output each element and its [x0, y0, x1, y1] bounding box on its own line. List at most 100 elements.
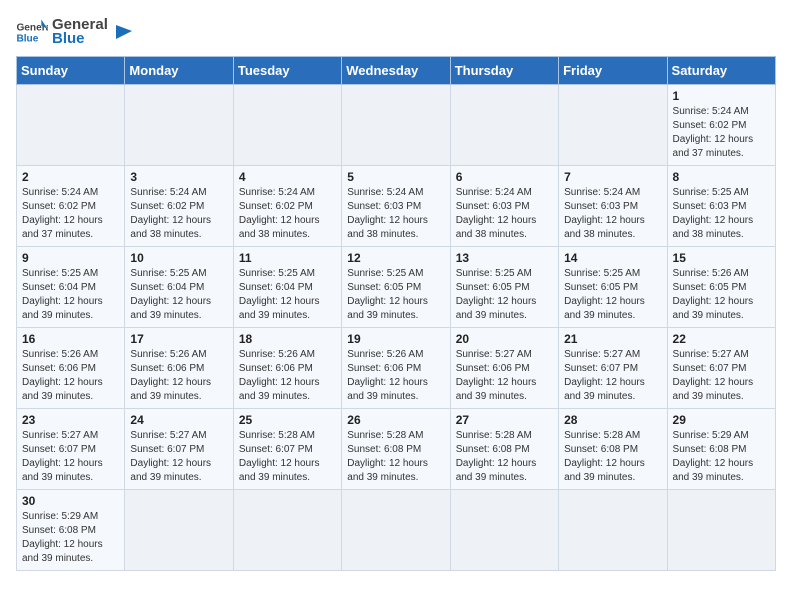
day-number: 12	[347, 251, 444, 265]
day-number: 16	[22, 332, 119, 346]
calendar-week-row: 30 Sunrise: 5:29 AM Sunset: 6:08 PM Dayli…	[17, 490, 776, 571]
calendar-cell: 25Sunrise: 5:28 AM Sunset: 6:07 PM Dayli…	[233, 409, 341, 490]
calendar-cell	[125, 85, 233, 166]
day-info: Sunrise: 5:25 AM Sunset: 6:05 PM Dayligh…	[564, 267, 661, 323]
day-info: Sunrise: 5:24 AM Sunset: 6:03 PM Dayligh…	[564, 186, 661, 242]
calendar-cell: 11 Sunrise: 5:25 AM Sunset: 6:04 PM Dayli…	[233, 247, 341, 328]
calendar-cell	[450, 85, 558, 166]
day-info: Sunrise: 5:24 AM Sunset: 6:03 PM Dayligh…	[347, 186, 444, 242]
day-number: 30	[22, 494, 119, 508]
calendar-cell	[450, 490, 558, 571]
calendar-week-row: 1 Sunrise: 5:24 AM Sunset: 6:02 PM Daylig…	[17, 85, 776, 166]
day-info: Sunrise: 5:27 AM Sunset: 6:07 PM Dayligh…	[22, 429, 119, 485]
day-number: 22	[673, 332, 770, 346]
calendar-cell: 2 Sunrise: 5:24 AM Sunset: 6:02 PM Daylig…	[17, 166, 125, 247]
day-number: 3	[130, 170, 227, 184]
calendar-cell: 8 Sunrise: 5:25 AM Sunset: 6:03 PM Daylig…	[667, 166, 775, 247]
day-info: Sunrise: 5:29 AM Sunset: 6:08 PM Dayligh…	[673, 429, 770, 485]
day-info: Sunrise: 5:28 AM Sunset: 6:08 PM Dayligh…	[456, 429, 553, 485]
calendar-week-row: 2 Sunrise: 5:24 AM Sunset: 6:02 PM Daylig…	[17, 166, 776, 247]
day-number: 17	[130, 332, 227, 346]
calendar-cell: 28 Sunrise: 5:28 AM Sunset: 6:08 PM Dayli…	[559, 409, 667, 490]
calendar-cell	[125, 490, 233, 571]
calendar-cell	[17, 85, 125, 166]
page-header: General Blue General Blue	[16, 16, 776, 48]
day-number: 18	[239, 332, 336, 346]
day-info: Sunrise: 5:27 AM Sunset: 6:07 PM Dayligh…	[564, 348, 661, 404]
calendar-cell: 5 Sunrise: 5:24 AM Sunset: 6:03 PM Daylig…	[342, 166, 450, 247]
calendar-table: SundayMondayTuesdayWednesdayThursdayFrid…	[16, 56, 776, 571]
day-info: Sunrise: 5:24 AM Sunset: 6:02 PM Dayligh…	[673, 105, 770, 161]
day-number: 27	[456, 413, 553, 427]
calendar-cell	[233, 85, 341, 166]
day-number: 13	[456, 251, 553, 265]
day-info: Sunrise: 5:26 AM Sunset: 6:06 PM Dayligh…	[130, 348, 227, 404]
day-info: Sunrise: 5:25 AM Sunset: 6:03 PM Dayligh…	[673, 186, 770, 242]
day-number: 9	[22, 251, 119, 265]
calendar-cell: 18Sunrise: 5:26 AM Sunset: 6:06 PM Dayli…	[233, 328, 341, 409]
calendar-cell: 4Sunrise: 5:24 AM Sunset: 6:02 PM Daylig…	[233, 166, 341, 247]
calendar-cell: 3 Sunrise: 5:24 AM Sunset: 6:02 PM Daylig…	[125, 166, 233, 247]
calendar-cell	[233, 490, 341, 571]
calendar-cell: 16 Sunrise: 5:26 AM Sunset: 6:06 PM Dayli…	[17, 328, 125, 409]
day-info: Sunrise: 5:25 AM Sunset: 6:05 PM Dayligh…	[456, 267, 553, 323]
day-number: 20	[456, 332, 553, 346]
day-info: Sunrise: 5:29 AM Sunset: 6:08 PM Dayligh…	[22, 510, 119, 566]
calendar-cell: 6Sunrise: 5:24 AM Sunset: 6:03 PM Daylig…	[450, 166, 558, 247]
calendar-cell: 10 Sunrise: 5:25 AM Sunset: 6:04 PM Dayli…	[125, 247, 233, 328]
day-number: 8	[673, 170, 770, 184]
calendar-cell	[559, 85, 667, 166]
day-info: Sunrise: 5:27 AM Sunset: 6:06 PM Dayligh…	[456, 348, 553, 404]
calendar-cell: 26Sunrise: 5:28 AM Sunset: 6:08 PM Dayli…	[342, 409, 450, 490]
calendar-cell	[342, 490, 450, 571]
day-number: 4	[239, 170, 336, 184]
day-info: Sunrise: 5:26 AM Sunset: 6:06 PM Dayligh…	[347, 348, 444, 404]
day-info: Sunrise: 5:24 AM Sunset: 6:02 PM Dayligh…	[130, 186, 227, 242]
logo-svg: General Blue	[16, 18, 48, 46]
column-header-saturday: Saturday	[667, 57, 775, 85]
day-number: 24	[130, 413, 227, 427]
column-header-tuesday: Tuesday	[233, 57, 341, 85]
calendar-cell: 9Sunrise: 5:25 AM Sunset: 6:04 PM Daylig…	[17, 247, 125, 328]
calendar-cell: 14 Sunrise: 5:25 AM Sunset: 6:05 PM Dayli…	[559, 247, 667, 328]
day-number: 2	[22, 170, 119, 184]
day-number: 6	[456, 170, 553, 184]
day-info: Sunrise: 5:25 AM Sunset: 6:05 PM Dayligh…	[347, 267, 444, 323]
day-number: 11	[239, 251, 336, 265]
day-info: Sunrise: 5:28 AM Sunset: 6:07 PM Dayligh…	[239, 429, 336, 485]
calendar-cell	[667, 490, 775, 571]
calendar-cell: 13 Sunrise: 5:25 AM Sunset: 6:05 PM Dayli…	[450, 247, 558, 328]
calendar-cell: 15Sunrise: 5:26 AM Sunset: 6:05 PM Dayli…	[667, 247, 775, 328]
day-number: 5	[347, 170, 444, 184]
calendar-cell: 27 Sunrise: 5:28 AM Sunset: 6:08 PM Dayli…	[450, 409, 558, 490]
column-header-monday: Monday	[125, 57, 233, 85]
day-number: 26	[347, 413, 444, 427]
day-number: 7	[564, 170, 661, 184]
day-number: 19	[347, 332, 444, 346]
column-header-thursday: Thursday	[450, 57, 558, 85]
day-info: Sunrise: 5:24 AM Sunset: 6:02 PM Dayligh…	[22, 186, 119, 242]
column-header-wednesday: Wednesday	[342, 57, 450, 85]
calendar-cell: 21 Sunrise: 5:27 AM Sunset: 6:07 PM Dayli…	[559, 328, 667, 409]
day-number: 1	[673, 89, 770, 103]
column-header-friday: Friday	[559, 57, 667, 85]
calendar-cell: 24 Sunrise: 5:27 AM Sunset: 6:07 PM Dayli…	[125, 409, 233, 490]
day-info: Sunrise: 5:26 AM Sunset: 6:05 PM Dayligh…	[673, 267, 770, 323]
svg-text:Blue: Blue	[16, 33, 38, 44]
logo-triangle-icon	[112, 21, 134, 43]
calendar-cell: 20 Sunrise: 5:27 AM Sunset: 6:06 PM Dayli…	[450, 328, 558, 409]
calendar-week-row: 23Sunrise: 5:27 AM Sunset: 6:07 PM Dayli…	[17, 409, 776, 490]
day-number: 28	[564, 413, 661, 427]
day-info: Sunrise: 5:28 AM Sunset: 6:08 PM Dayligh…	[564, 429, 661, 485]
day-number: 14	[564, 251, 661, 265]
day-info: Sunrise: 5:26 AM Sunset: 6:06 PM Dayligh…	[22, 348, 119, 404]
day-number: 21	[564, 332, 661, 346]
calendar-week-row: 16 Sunrise: 5:26 AM Sunset: 6:06 PM Dayli…	[17, 328, 776, 409]
day-number: 10	[130, 251, 227, 265]
day-number: 29	[673, 413, 770, 427]
day-info: Sunrise: 5:27 AM Sunset: 6:07 PM Dayligh…	[130, 429, 227, 485]
calendar-cell: 19 Sunrise: 5:26 AM Sunset: 6:06 PM Dayli…	[342, 328, 450, 409]
calendar-cell: 29 Sunrise: 5:29 AM Sunset: 6:08 PM Dayli…	[667, 409, 775, 490]
day-info: Sunrise: 5:25 AM Sunset: 6:04 PM Dayligh…	[130, 267, 227, 323]
day-info: Sunrise: 5:25 AM Sunset: 6:04 PM Dayligh…	[239, 267, 336, 323]
